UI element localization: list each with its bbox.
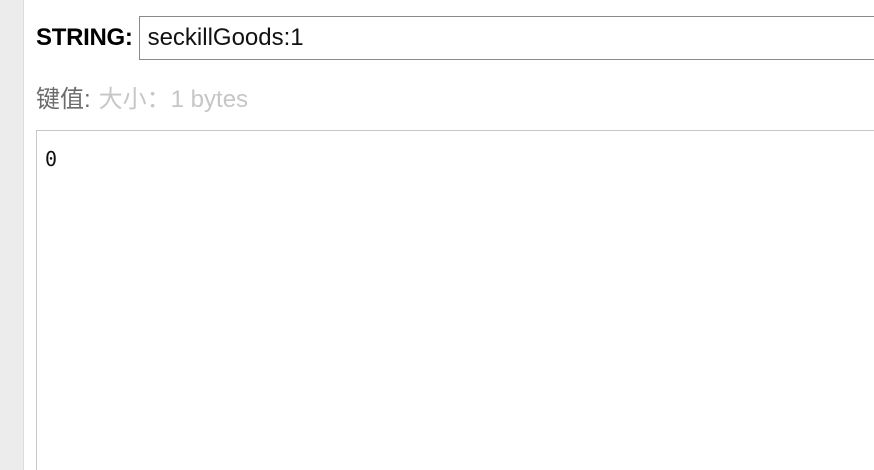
value-size-text: 大小：1 bytes [98,85,249,113]
key-content-panel: STRING: 键值: 大小：1 bytes 0 [24,0,874,470]
value-meta-row: 键值: 大小：1 bytes [36,80,249,113]
redis-key-viewer: STRING: 键值: 大小：1 bytes 0 [0,0,874,470]
left-pane-edge [0,0,24,470]
key-header-row: STRING: [36,16,874,60]
key-name-input[interactable] [138,16,874,60]
value-editor[interactable]: 0 [36,130,874,470]
key-type-label: STRING: [36,24,133,51]
value-label: 键值: [36,85,91,113]
